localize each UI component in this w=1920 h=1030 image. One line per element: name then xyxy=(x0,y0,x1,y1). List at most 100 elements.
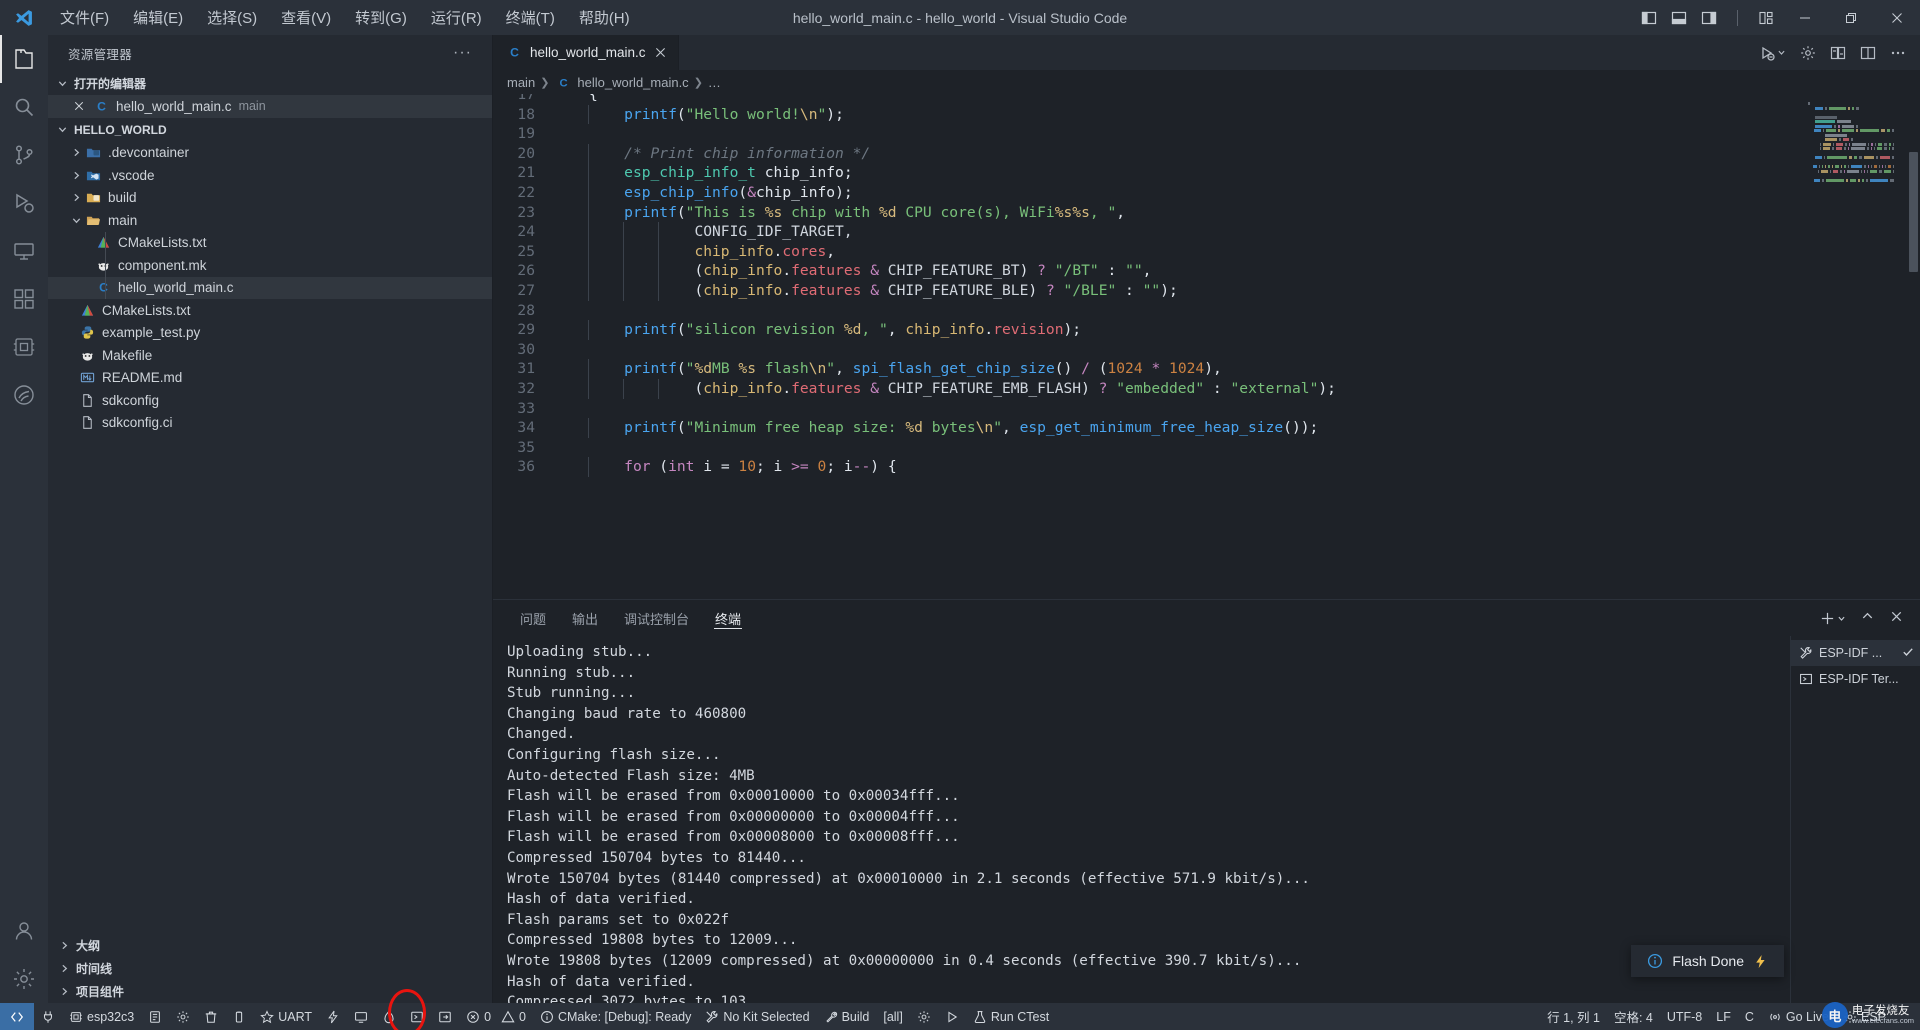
tab-terminal[interactable]: 终端 xyxy=(702,600,754,636)
status-idf-doc[interactable] xyxy=(431,1003,459,1030)
status-monitor-device[interactable] xyxy=(347,1003,375,1030)
menu-bar[interactable]: 文件(F) 编辑(E) 选择(S) 查看(V) 转到(G) 运行(R) 终端(T… xyxy=(48,3,642,32)
terminal-output[interactable]: Uploading stub... Running stub... Stub run… xyxy=(493,636,1790,1003)
customize-layout-icon[interactable] xyxy=(1756,8,1776,28)
menu-view[interactable]: 查看(V) xyxy=(269,3,343,32)
menu-selection[interactable]: 选择(S) xyxy=(195,3,269,32)
toggle-primary-sidebar-icon[interactable] xyxy=(1639,8,1659,28)
status-menuconfig[interactable] xyxy=(141,1003,169,1030)
menu-run[interactable]: 运行(R) xyxy=(419,3,494,32)
settings-gear-icon[interactable] xyxy=(1800,45,1816,61)
remote-indicator[interactable] xyxy=(0,1003,34,1030)
menu-terminal[interactable]: 终端(T) xyxy=(494,3,567,32)
chevron-down-icon[interactable] xyxy=(68,212,84,228)
tab-problems[interactable]: 问题 xyxy=(507,600,559,636)
activity-search[interactable] xyxy=(0,83,48,131)
activity-manage-gear-icon[interactable] xyxy=(0,955,48,1003)
status-open-terminal[interactable] xyxy=(403,1003,431,1030)
tree-item-vscode[interactable]: .vscode xyxy=(48,164,492,187)
chevron-right-icon[interactable] xyxy=(68,167,84,183)
tree-item-main-folder[interactable]: main xyxy=(48,209,492,232)
chevron-right-icon[interactable] xyxy=(68,190,84,206)
section-workspace[interactable]: HELLO_WORLD xyxy=(48,118,492,142)
status-erase-flash[interactable] xyxy=(225,1003,253,1030)
close-icon[interactable] xyxy=(70,101,88,111)
activity-remote-explorer[interactable] xyxy=(0,227,48,275)
menu-help[interactable]: 帮助(H) xyxy=(567,3,642,32)
tree-item-readme-md[interactable]: README.md xyxy=(48,367,492,390)
tree-item-main-cmakelists[interactable]: CMakeLists.txt xyxy=(48,231,492,254)
status-run-ctest[interactable]: Run CTest xyxy=(966,1003,1056,1030)
restore-button[interactable] xyxy=(1828,0,1874,35)
more-actions-icon[interactable] xyxy=(1890,45,1906,61)
activity-explorer[interactable] xyxy=(0,35,48,83)
minimize-button[interactable] xyxy=(1782,0,1828,35)
status-set-target[interactable]: esp32c3 xyxy=(62,1003,141,1030)
notification-toast[interactable]: Flash Done xyxy=(1631,945,1784,977)
tree-item-component-mk[interactable]: component.mk xyxy=(48,254,492,277)
status-build-target[interactable]: [all] xyxy=(876,1003,909,1030)
status-build-gear[interactable] xyxy=(169,1003,197,1030)
tree-item-hello-world-main-c[interactable]: C hello_world_main.c xyxy=(48,276,492,299)
close-icon[interactable] xyxy=(653,45,668,60)
activity-accounts[interactable] xyxy=(0,907,48,955)
section-timeline[interactable]: 时间线 xyxy=(48,957,492,980)
section-open-editors[interactable]: 打开的编辑器 xyxy=(48,71,492,95)
tree-item-example-test-py[interactable]: example_test.py xyxy=(48,322,492,345)
section-outline[interactable]: 大纲 xyxy=(48,934,492,957)
section-project-components[interactable]: 项目组件 xyxy=(48,980,492,1003)
terminal-list-item-esp-idf[interactable]: ESP-IDF ... xyxy=(1791,640,1920,666)
close-button[interactable] xyxy=(1874,0,1920,35)
status-fullclean[interactable] xyxy=(197,1003,225,1030)
code-editor[interactable]: 17{18 printf("Hello world!\n"); 19 20 /* P… xyxy=(493,94,1920,599)
status-kit-selector[interactable]: No Kit Selected xyxy=(698,1003,816,1030)
menu-edit[interactable]: 编辑(E) xyxy=(121,3,195,32)
tab-debug-console[interactable]: 调试控制台 xyxy=(611,600,702,636)
toggle-secondary-sidebar-icon[interactable] xyxy=(1699,8,1719,28)
tree-item-build[interactable]: build xyxy=(48,187,492,210)
breadcrumb-item-file[interactable]: hello_world_main.c xyxy=(577,75,688,90)
status-cmake-build[interactable]: Build xyxy=(817,1003,877,1030)
maximize-panel-icon[interactable] xyxy=(1860,609,1875,627)
activity-extensions[interactable] xyxy=(0,275,48,323)
split-editor-icon[interactable] xyxy=(1860,45,1876,61)
open-editor-item[interactable]: C hello_world_main.c main xyxy=(48,95,492,118)
menu-go[interactable]: 转到(G) xyxy=(343,3,419,32)
tree-item-sdkconfig-ci[interactable]: sdkconfig.ci xyxy=(48,412,492,435)
menu-file[interactable]: 文件(F) xyxy=(48,3,121,32)
activity-run-debug[interactable] xyxy=(0,179,48,227)
minimap[interactable] xyxy=(1808,102,1895,182)
status-select-port[interactable] xyxy=(34,1003,62,1030)
status-cursor-position[interactable]: 行 1, 列 1 xyxy=(1540,1003,1607,1030)
breadcrumb-item-symbol[interactable]: … xyxy=(708,75,721,90)
status-flash-method[interactable]: UART xyxy=(253,1003,319,1030)
tab-output[interactable]: 输出 xyxy=(559,600,611,636)
status-cmake[interactable]: CMake: [Debug]: Ready xyxy=(533,1003,698,1030)
status-problems[interactable]: 0 0 xyxy=(459,1003,533,1030)
editor-tab-hello-world-main-c[interactable]: C hello_world_main.c xyxy=(493,35,679,70)
status-encoding[interactable]: UTF-8 xyxy=(1660,1003,1709,1030)
editor-vertical-scrollbar[interactable] xyxy=(1908,94,1920,599)
status-indentation[interactable]: 空格: 4 xyxy=(1607,1003,1660,1030)
activity-idf-board-icon[interactable] xyxy=(0,323,48,371)
toggle-panel-icon[interactable] xyxy=(1669,8,1689,28)
run-or-debug-icon[interactable] xyxy=(1759,45,1786,61)
tree-item-makefile[interactable]: Makefile xyxy=(48,344,492,367)
tree-item-sdkconfig[interactable]: sdkconfig xyxy=(48,389,492,412)
close-panel-icon[interactable] xyxy=(1889,609,1904,627)
sidebar-more-actions-icon[interactable]: ··· xyxy=(453,44,472,62)
tree-item-devcontainer[interactable]: .devcontainer xyxy=(48,142,492,165)
status-language-mode[interactable]: C xyxy=(1738,1003,1761,1030)
new-terminal-icon[interactable] xyxy=(1820,611,1846,626)
chevron-right-icon[interactable] xyxy=(68,145,84,161)
activity-espressif-icon[interactable] xyxy=(0,371,48,419)
activity-source-control[interactable] xyxy=(0,131,48,179)
tree-item-root-cmakelists[interactable]: CMakeLists.txt xyxy=(48,299,492,322)
status-cmake-settings[interactable] xyxy=(910,1003,938,1030)
status-debug[interactable] xyxy=(375,1003,403,1030)
open-changes-icon[interactable] xyxy=(1830,45,1846,61)
status-cmake-debug[interactable] xyxy=(938,1003,966,1030)
terminal-list-item-esp-idf-terminal[interactable]: ESP-IDF Ter... xyxy=(1791,666,1920,692)
breadcrumb-item-main[interactable]: main xyxy=(507,75,535,90)
status-eol[interactable]: LF xyxy=(1709,1003,1738,1030)
